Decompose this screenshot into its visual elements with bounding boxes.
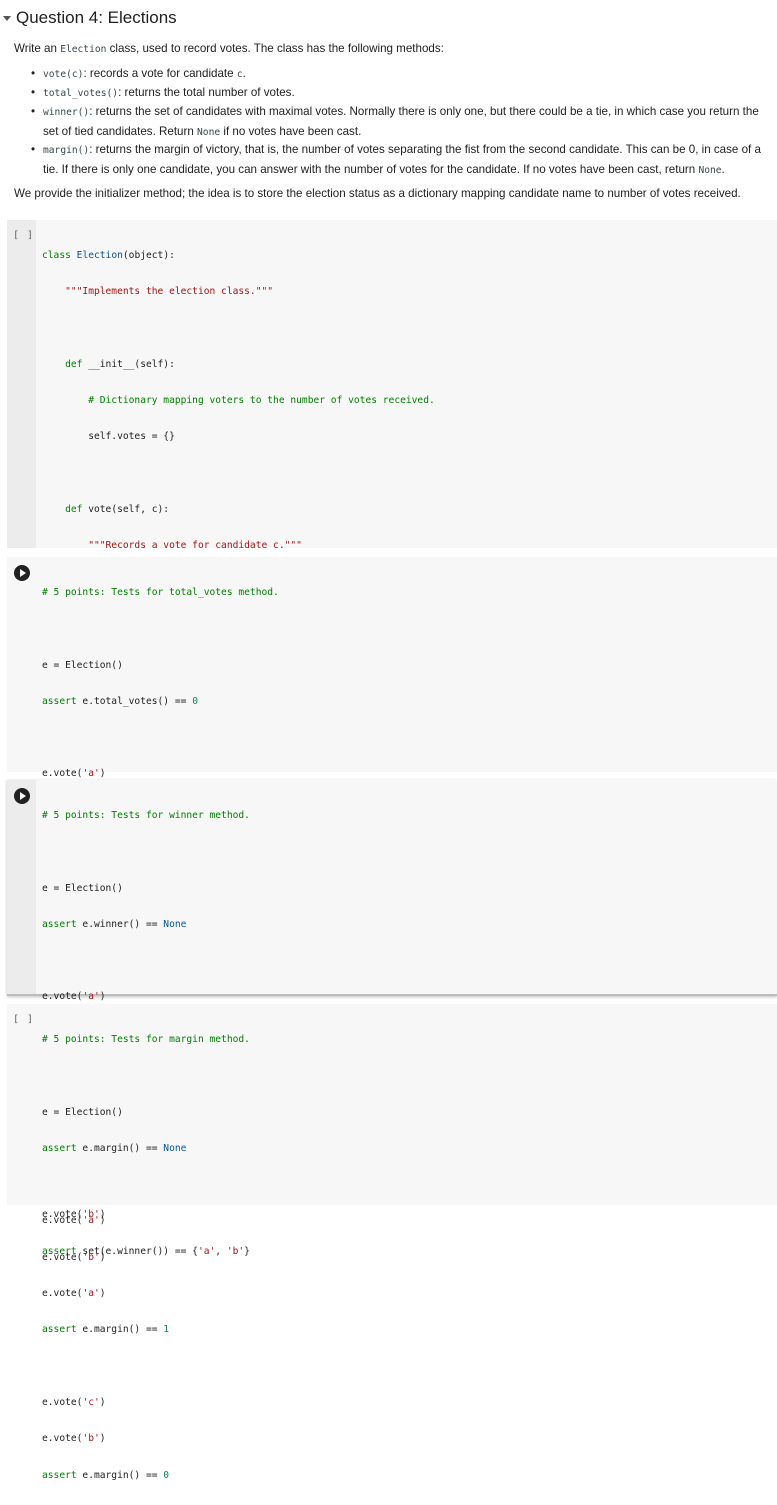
cell-exec-count[interactable]: [ ] — [13, 1014, 34, 1025]
inline-code: Election — [60, 44, 107, 55]
cell-gutter — [7, 780, 36, 994]
cell-gutter — [7, 220, 36, 548]
outro-paragraph: We provide the initializer method; the i… — [14, 187, 741, 200]
code-editor[interactable]: # 5 points: Tests for margin method. e =… — [42, 1011, 250, 1505]
collapse-caret-icon[interactable] — [3, 15, 11, 21]
bullet-item: • vote(c): records a vote for candidate … — [31, 67, 246, 80]
section-heading[interactable]: Question 4: Elections — [0, 5, 777, 31]
run-cell-button[interactable] — [14, 788, 30, 804]
play-icon — [20, 792, 26, 800]
code-cell-winner-tests[interactable]: # 5 points: Tests for winner method. e =… — [7, 780, 777, 1257]
section-title: Question 4: Elections — [16, 8, 177, 27]
cell-exec-count[interactable]: [ ] — [13, 230, 34, 241]
intro-paragraph: Write an Election class, used to record … — [14, 42, 444, 55]
bullet-item: • winner(): returns the set of candidate… — [31, 105, 759, 138]
bullet-item: • margin(): returns the margin of victor… — [31, 143, 761, 176]
run-cell-button[interactable] — [14, 565, 30, 581]
code-cell-class[interactable]: [ ] class Election(object): """Implement… — [7, 220, 777, 1132]
play-icon — [20, 569, 26, 577]
bullet-item: • total_votes(): returns the total numbe… — [31, 86, 295, 99]
code-cell-margin-tests[interactable]: [ ] # 5 points: Tests for margin method.… — [7, 1004, 777, 1481]
code-cell-total-votes-tests[interactable]: # 5 points: Tests for total_votes method… — [7, 557, 777, 1034]
